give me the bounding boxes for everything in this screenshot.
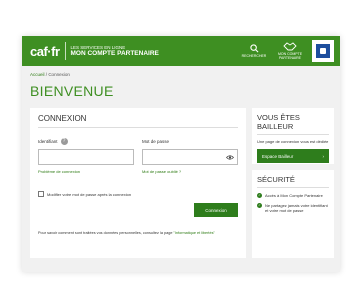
header-tools: RECHERCHER MON COMPTE PARTENAIRE [240, 40, 334, 62]
handshake-icon [283, 42, 297, 51]
search-tool-label: RECHERCHER [241, 54, 267, 58]
security-title: SÉCURITÉ [257, 175, 329, 188]
privacy-info: Pour savoir comment sont traitées vos do… [38, 231, 238, 236]
eye-icon[interactable] [226, 154, 234, 160]
security-panel: SÉCURITÉ ✓ Accès à Mon Compte Partenaire… [252, 170, 334, 258]
page: caf·fr LES SERVICES EN LIGNE MON COMPTE … [22, 36, 340, 272]
forgot-password-link[interactable]: Mot de passe oublié ? [142, 169, 238, 174]
caf-logo[interactable]: caf·fr [30, 44, 60, 59]
subtitle-main: MON COMPTE PARTENAIRE [70, 49, 159, 57]
security-item-text: Ne partagez jamais votre identifiant et … [265, 203, 328, 213]
logo-divider [64, 42, 66, 60]
identifier-input[interactable] [38, 149, 134, 165]
republique-logo [312, 40, 334, 62]
breadcrumb-home[interactable]: Accueil [30, 72, 45, 77]
identifier-label-row: Identifiant ? [38, 137, 134, 145]
header-subtitle: LES SERVICES EN LIGNE MON COMPTE PARTENA… [71, 45, 159, 58]
login-fields: Identifiant ? Problème de connexion Mot … [38, 137, 238, 174]
submit-row: Connexion [38, 203, 238, 217]
chevron-right-icon: › [322, 153, 325, 159]
privacy-link[interactable]: "Informatique et libertés" [174, 231, 215, 235]
privacy-text: Pour savoir comment sont traitées vos do… [38, 231, 173, 235]
login-panel: CONNEXION Identifiant ? Problème de conn… [30, 108, 246, 258]
account-tool-label: MON COMPTE PARTENAIRE [277, 52, 303, 60]
change-password-label: Modifier votre mot de passe après la con… [47, 191, 132, 197]
password-label: Mot de passe [142, 138, 170, 144]
check-icon: ✓ [257, 193, 262, 198]
espace-bailleur-button[interactable]: Espace Bailleur › [257, 149, 329, 163]
bailleur-text: Une page de connexion vous est dédiée [257, 139, 329, 144]
password-input[interactable] [142, 149, 238, 165]
change-password-checkbox[interactable] [38, 191, 44, 197]
breadcrumb: Accueil / Connexion [22, 66, 340, 77]
password-group: Mot de passe Mot de passe oublié ? [142, 137, 238, 174]
search-tool[interactable]: RECHERCHER [240, 44, 268, 58]
login-title: CONNEXION [38, 114, 238, 128]
page-title: BIENVENUE [30, 83, 114, 99]
espace-bailleur-label: Espace Bailleur [262, 153, 294, 159]
bailleur-panel: VOUS ÊTES BAILLEUR Une page de connexion… [252, 108, 334, 164]
help-icon[interactable]: ? [60, 137, 68, 145]
connection-problem-link[interactable]: Problème de connexion [38, 169, 134, 174]
breadcrumb-current: Connexion [48, 72, 70, 77]
identifier-group: Identifiant ? Problème de connexion [38, 137, 134, 174]
bailleur-title: VOUS ÊTES BAILLEUR [257, 113, 329, 135]
identifier-label: Identifiant [38, 138, 58, 144]
check-icon: ✓ [257, 203, 262, 208]
breadcrumb-separator: / [45, 72, 48, 77]
connexion-button[interactable]: Connexion [194, 203, 238, 217]
change-password-row: Modifier votre mot de passe après la con… [38, 191, 238, 197]
account-tool[interactable]: MON COMPTE PARTENAIRE [276, 42, 304, 60]
security-item: ✓ Ne partagez jamais votre identifiant e… [257, 203, 329, 213]
security-item: ✓ Accès à Mon Compte Partenaire [257, 193, 329, 198]
security-item-text: Accès à Mon Compte Partenaire [265, 193, 323, 198]
search-icon [249, 44, 258, 53]
site-header: caf·fr LES SERVICES EN LIGNE MON COMPTE … [22, 36, 340, 66]
